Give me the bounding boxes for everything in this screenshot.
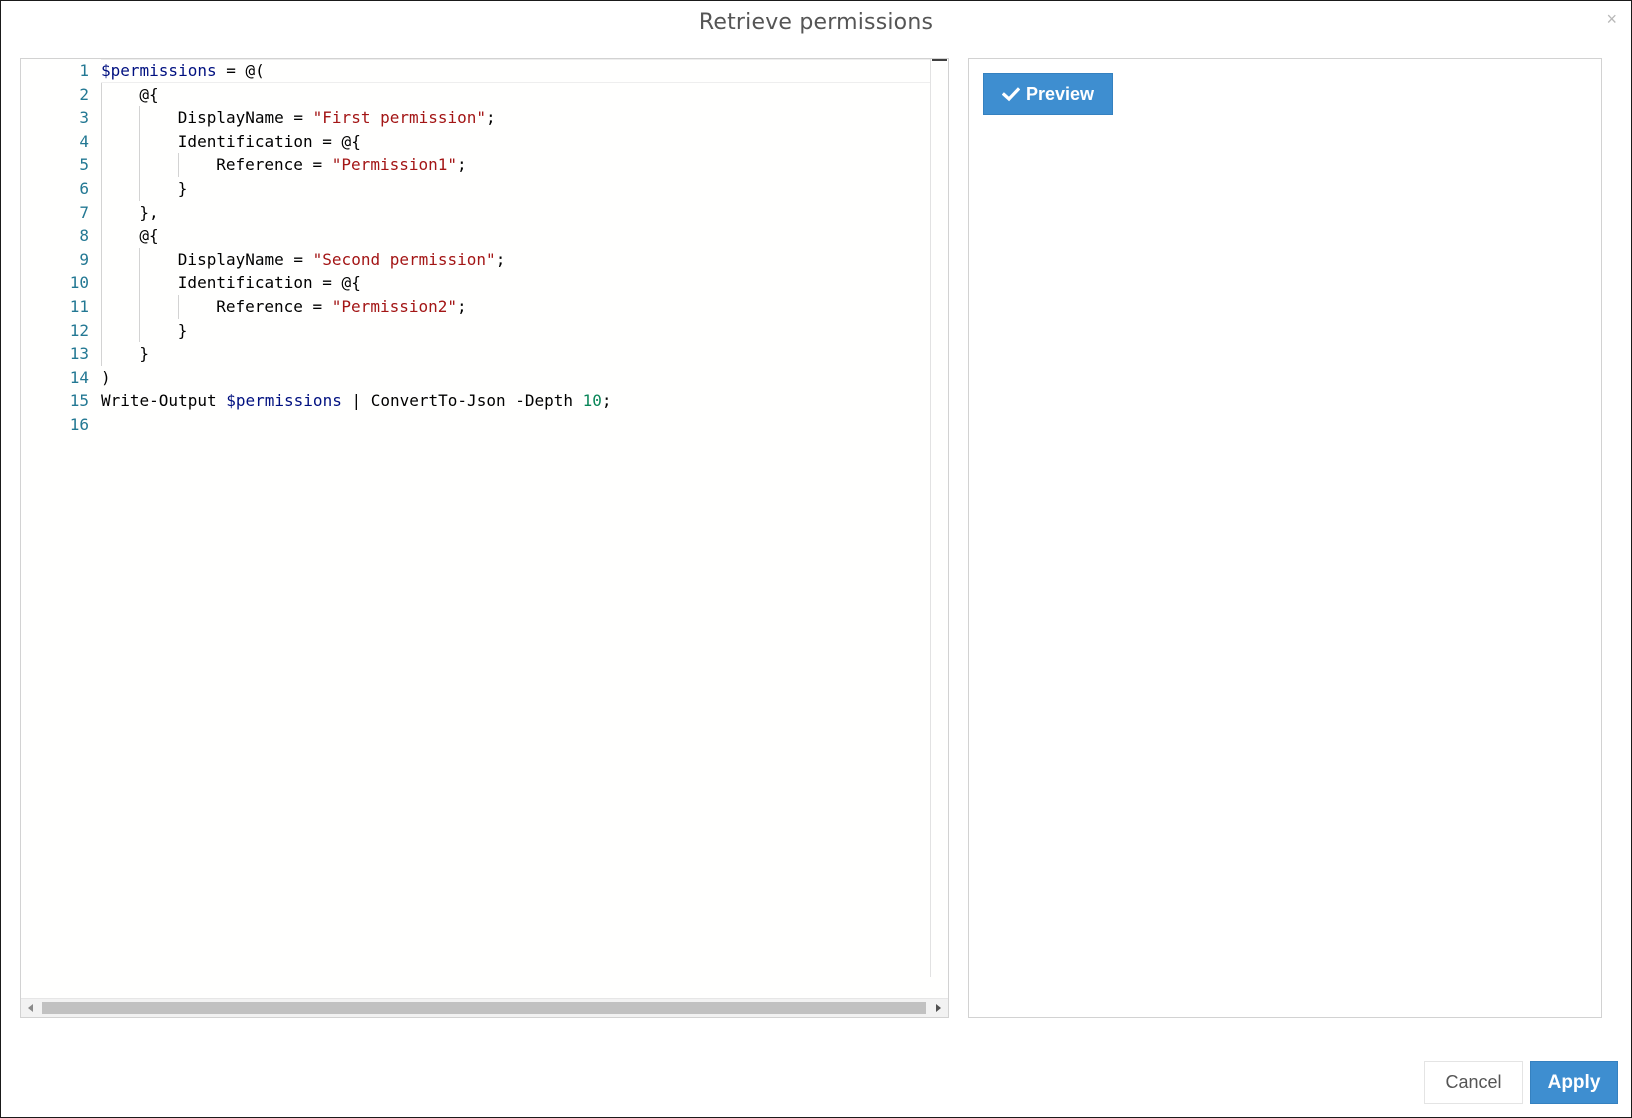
- line-number: 2: [79, 84, 89, 104]
- code-line: }: [178, 319, 188, 343]
- line-number: 3: [79, 108, 89, 128]
- scroll-left-arrow-icon[interactable]: [28, 1004, 33, 1012]
- code-token: ): [101, 367, 111, 387]
- code-token: 10: [582, 391, 602, 411]
- code-token: ;: [495, 249, 506, 269]
- line-number: 12: [69, 320, 89, 340]
- code-editor[interactable]: 1 2 3 4 5 6 7 8 9 10 11 12 13 14 15 16 $permissions = @…: [20, 58, 949, 1018]
- line-number-gutter: 1 2 3 4 5 6 7 8 9 10 11 12 13 14 15 16: [21, 59, 91, 1017]
- code-token: $permissions: [101, 61, 217, 80]
- close-icon[interactable]: ×: [1606, 9, 1617, 29]
- code-token: Write-Output: [101, 391, 227, 411]
- line-number: 10: [69, 273, 89, 293]
- apply-button[interactable]: Apply: [1530, 1061, 1618, 1104]
- code-line: ): [101, 366, 111, 390]
- line-number: 5: [79, 155, 89, 175]
- horizontal-scrollbar[interactable]: [21, 998, 948, 1017]
- code-token: ;: [601, 391, 612, 411]
- code-token: "First permission": [312, 108, 487, 128]
- code-line: @{: [139, 224, 158, 248]
- line-number: 11: [69, 297, 89, 316]
- line-number: 15: [69, 391, 89, 411]
- line-number: 9: [79, 249, 89, 269]
- line-number: 7: [79, 202, 89, 222]
- code-token: DisplayName =: [177, 249, 313, 269]
- preview-button-label: Preview: [1025, 83, 1095, 104]
- code-area[interactable]: $permissions = @(@{DisplayName = "First …: [101, 59, 930, 999]
- horizontal-scrollbar-thumb[interactable]: [42, 1002, 926, 1014]
- code-line: @{: [139, 83, 158, 107]
- code-token: ;: [457, 155, 467, 175]
- code-token: "Permission2": [331, 297, 458, 316]
- code-line: DisplayName = "Second permission";: [178, 248, 506, 272]
- scroll-right-arrow-icon[interactable]: [936, 1004, 941, 1012]
- code-token: }: [139, 344, 150, 364]
- indent-guide: [177, 153, 179, 177]
- line-number: 1: [79, 61, 89, 80]
- code-line: $permissions = @(: [101, 59, 265, 83]
- code-token: }: [177, 179, 188, 198]
- code-line: },: [139, 201, 158, 225]
- vertical-scrollbar[interactable]: [930, 59, 948, 977]
- code-line: DisplayName = "First permission";: [178, 106, 496, 130]
- check-icon: [1001, 87, 1020, 102]
- line-number: 16: [69, 415, 89, 434]
- code-line: }: [178, 177, 188, 201]
- line-number: 14: [69, 367, 89, 387]
- code-token: }: [177, 320, 188, 340]
- code-token: @{: [139, 226, 159, 246]
- code-token: = @(: [216, 61, 265, 80]
- cancel-button[interactable]: Cancel: [1424, 1061, 1523, 1104]
- preview-button[interactable]: Preview: [983, 73, 1113, 115]
- code-token: Identification = @{: [177, 273, 361, 293]
- code-token: ;: [457, 297, 467, 316]
- dialog-title: Retrieve permissions: [698, 10, 934, 35]
- code-token: "Permission1": [331, 155, 458, 175]
- code-token: | ConvertTo-Json -Depth: [341, 391, 583, 411]
- retrieve-permissions-dialog: Retrieve permissions × 1 2 3 4 5 6 7 8 9 10 11 12 13…: [0, 0, 1632, 1118]
- code-line: Identification = @{: [178, 271, 361, 295]
- indent-guide: [139, 247, 141, 343]
- code-line: }: [139, 342, 149, 366]
- cursor-position-marker: [932, 59, 947, 61]
- line-number: 13: [69, 344, 89, 364]
- code-token: @{: [139, 84, 159, 104]
- code-token: Reference =: [216, 297, 332, 316]
- indent-guide: [101, 82, 102, 366]
- line-number: 6: [79, 179, 89, 198]
- code-line: Write-Output $permissions | ConvertTo-Js…: [101, 389, 612, 413]
- code-line: Reference = "Permission1";: [216, 153, 466, 177]
- code-token: },: [139, 202, 159, 222]
- code-token: $permissions: [226, 391, 342, 411]
- code-token: Identification = @{: [177, 131, 361, 151]
- indent-guide: [177, 295, 179, 319]
- code-line: Identification = @{: [178, 130, 361, 154]
- indent-guide: [139, 106, 141, 201]
- code-token: DisplayName =: [177, 108, 313, 128]
- preview-panel: Preview: [968, 58, 1602, 1018]
- code-token: ;: [486, 108, 496, 128]
- line-number: 4: [79, 131, 89, 151]
- code-line: Reference = "Permission2";: [216, 295, 466, 319]
- line-number: 8: [79, 226, 89, 246]
- code-token: "Second permission": [312, 249, 496, 269]
- code-token: Reference =: [216, 155, 332, 175]
